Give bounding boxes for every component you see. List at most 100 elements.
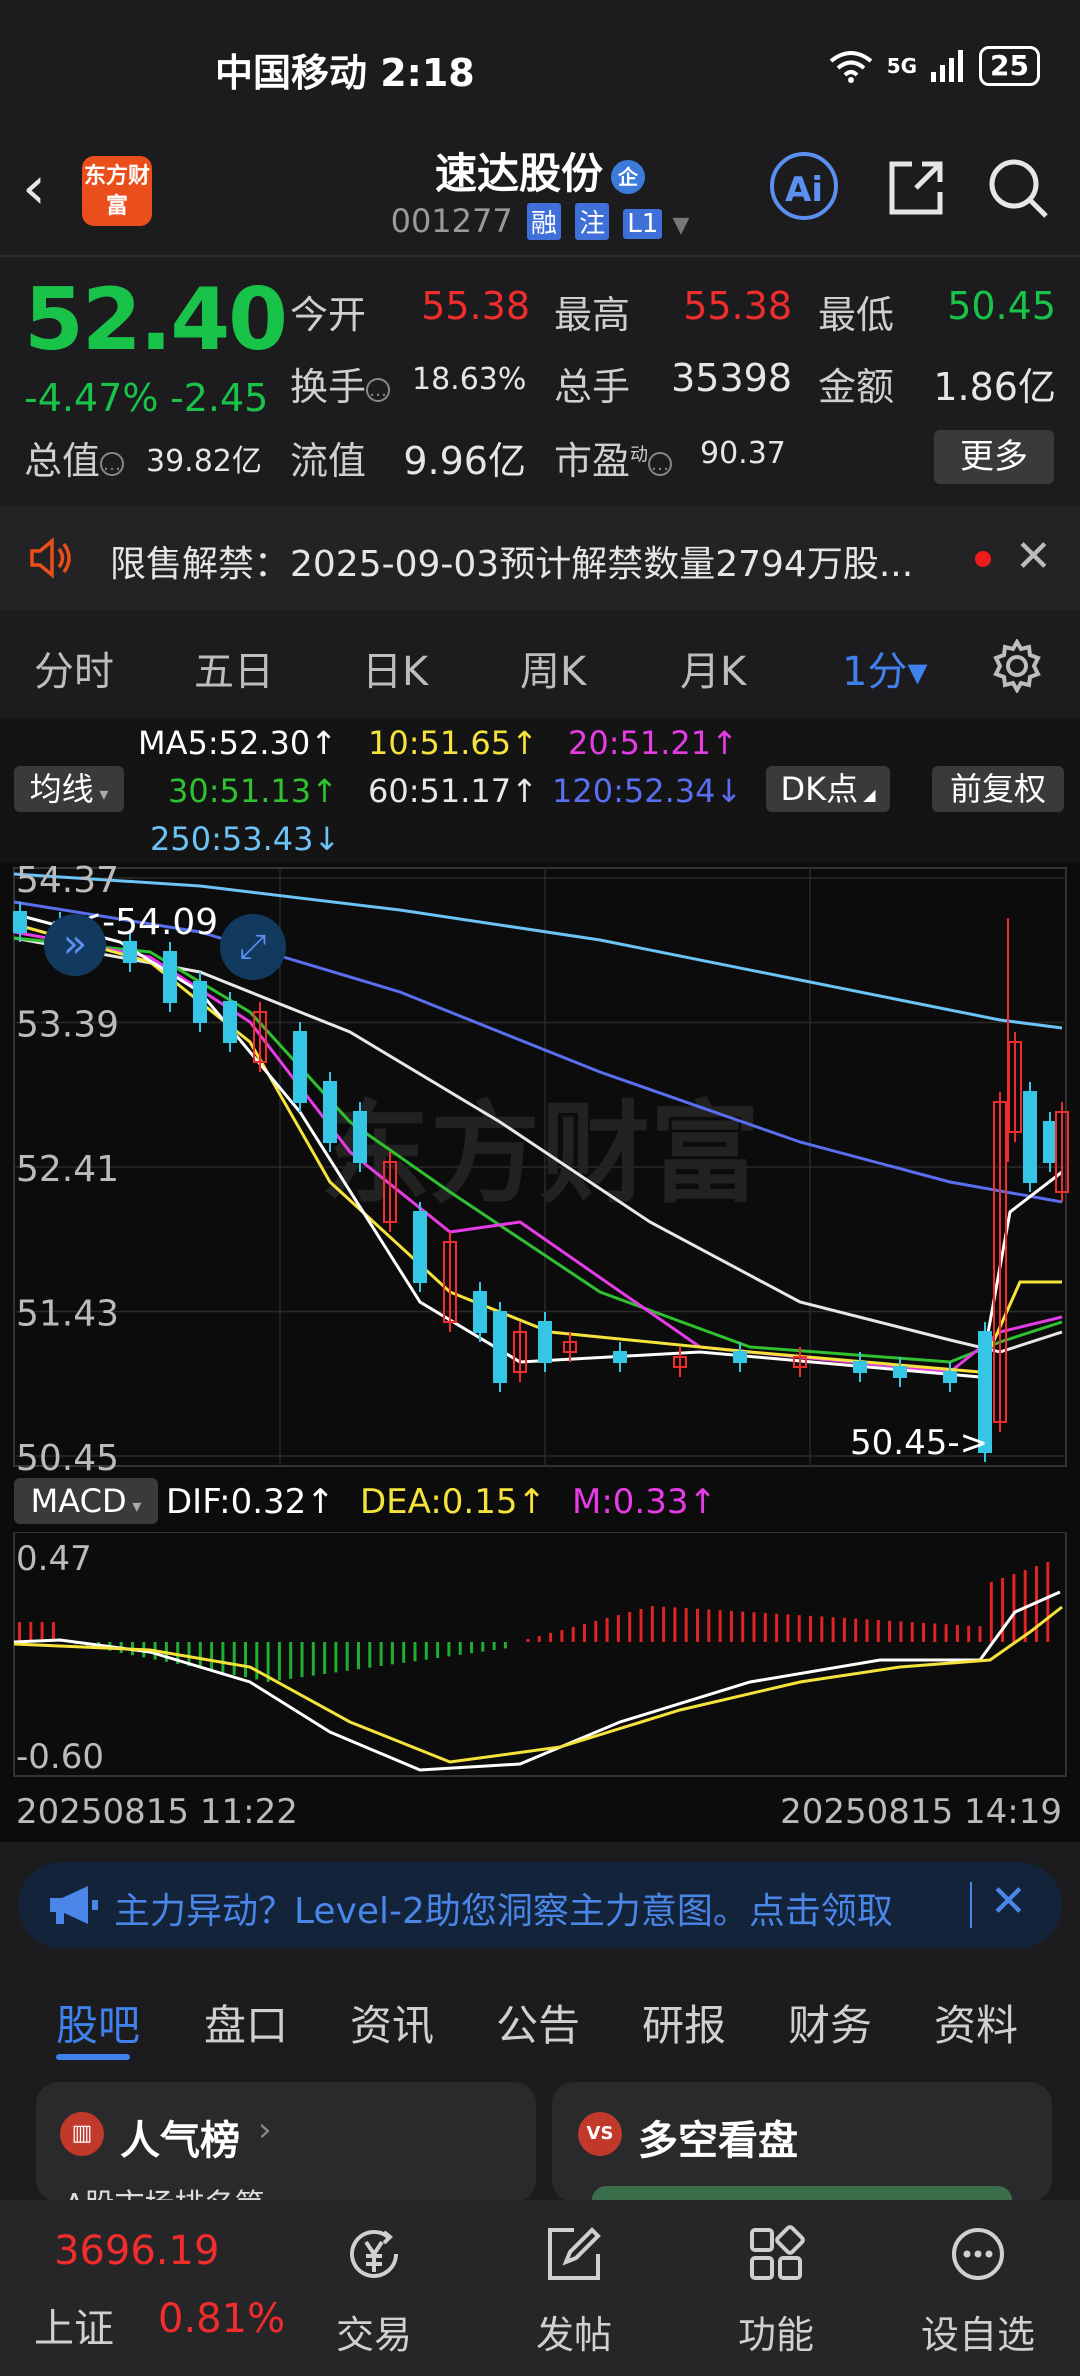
macd-bar [786,1614,790,1642]
tab-1min[interactable]: 1分▾ [842,639,928,697]
index-change: 0.81% [158,2296,286,2342]
low-value: 50.45 [947,284,1056,328]
dea-line [13,1605,1063,1764]
candle-body [323,1081,337,1143]
expand-left-icon[interactable]: » [44,914,106,976]
tab-profile[interactable]: 资料 [934,1992,1018,2053]
fullscreen-icon[interactable]: ⤢ [220,914,286,980]
y-tick-label: 53.39 [16,1005,119,1046]
macd-bar [311,1642,315,1676]
macd-bar [492,1642,496,1650]
amount-label: 金额 [818,365,895,409]
ma5-label: MA5:52.30↑ [138,724,338,762]
turnover-label: 换手… [290,356,391,411]
macd-bar [729,1610,733,1642]
macd-bar [357,1642,360,1670]
status-bar: 中国移动 2:18 5G 25 [0,0,1080,130]
megaphone-icon [50,1886,98,1924]
y-tick-label: 50.45 [16,1438,119,1474]
info-icon[interactable]: … [648,451,673,476]
macd-bar [616,1615,620,1642]
tab-guba[interactable]: 股吧 [56,1992,140,2053]
ma60-label: 60:51.17↑ [368,772,538,810]
tab-news[interactable]: 资讯 [350,1992,434,2053]
close-icon[interactable]: ✕ [1015,531,1052,582]
info-icon[interactable]: … [100,451,125,476]
ai-button[interactable]: Ai [770,152,838,220]
macd-bar [1012,1574,1016,1642]
macd-toggle[interactable]: MACD ▾ [14,1478,158,1524]
edit-icon [548,2227,601,2280]
candle-body [493,1311,507,1383]
open-value: 55.38 [421,284,530,328]
tab-finance[interactable]: 财务 [788,1992,872,2053]
tab-research[interactable]: 研报 [642,1992,726,2053]
index-name: 上证 [34,2306,114,2352]
y-tick-label: 54.37 [16,862,119,901]
level2-promo[interactable]: 主力异动？Level-2助您洞察主力意图。点击领取 ✕ [18,1862,1062,1948]
macd-bar [820,1616,824,1642]
search-icon[interactable] [986,156,1050,220]
macd-bar [436,1642,440,1658]
macd-min-label: -0.60 [16,1737,104,1777]
popularity-card[interactable]: ▥ 人气榜 › A股市场排名第 [36,2082,536,2202]
tab-monthly-k[interactable]: 月K [680,639,746,697]
stock-header: ‹ 东方财富 速达股份企 001277 融 注 L1 ▼ Ai [0,130,1080,255]
nav-watchlist[interactable]: 设自选 [888,2200,1068,2376]
nav-label: 交易 [335,2313,412,2357]
macd-bar [503,1642,507,1649]
candle-body [293,1031,307,1103]
candle-body [163,951,177,1003]
kline-chart[interactable]: 东方财富 54.37 53.39 52.41 51.43 50.45 <-54.09 5… [0,860,1080,1479]
macd-bar [402,1642,406,1663]
nav-post[interactable]: 发帖 [484,2200,664,2376]
tab-pankou[interactable]: 盘口 [204,1992,288,2053]
nav-label: 功能 [737,2313,814,2357]
macd-chart[interactable]: 0.47 -0.60 [0,1531,1080,1782]
tab-intraday[interactable]: 分时 [34,639,114,697]
macd-bar [876,1620,880,1642]
gear-icon[interactable] [990,639,1044,693]
dif-label: DIF:0.32↑ [166,1482,335,1522]
macd-bar [244,1642,247,1678]
ma-toggle[interactable]: 均线 ▾ [14,766,124,812]
nav-functions[interactable]: 功能 [686,2200,866,2376]
nav-trade[interactable]: 交易 [284,2200,464,2376]
watermark: 东方财富 [320,1090,760,1218]
tab-weekly-k[interactable]: 周K [520,639,586,697]
candle-body [733,1351,747,1363]
info-icon[interactable]: … [366,377,391,402]
candle-body [613,1351,627,1363]
long-short-card[interactable]: VS 多空看盘 [552,2082,1052,2202]
adjust-button[interactable]: 前复权 [932,766,1064,812]
more-button[interactable]: 更多 [934,430,1054,484]
chevron-right-icon: › [258,2110,272,2150]
dk-point-button[interactable]: DK点 ◢ [766,766,890,812]
system-icons: 5G 25 [829,46,1040,86]
macd-bar [854,1618,858,1642]
macd-bar [842,1617,846,1642]
close-icon[interactable]: ✕ [990,1876,1027,1927]
active-tab-indicator [56,2054,130,2060]
share-icon[interactable] [886,158,946,218]
macd-svg: 0.47 -0.60 [13,1531,1067,1777]
macd-bar [899,1621,903,1642]
chevron-down-icon: ▼ [672,213,690,238]
ma120-label: 120:52.34↓ [552,772,743,810]
candle-body [473,1291,487,1333]
tab-daily-k[interactable]: 日K [362,639,428,697]
macd-bar [198,1642,202,1669]
macd-bar [255,1642,259,1680]
macd-bar [1046,1562,1050,1642]
macd-bar [650,1606,654,1642]
index-ticker[interactable]: 3696.19 上证 0.81% [0,2200,285,2376]
macd-bar [481,1642,485,1652]
candle-body [538,1321,552,1363]
candle-body [943,1371,957,1383]
tab-announcements[interactable]: 公告 [496,1992,580,2053]
stock-name: 速达股份 [434,149,603,198]
unlock-notice[interactable]: 限售解禁：2025-09-03预计解禁数量2794万股... ✕ [0,505,1080,610]
ma-legend: 均线 ▾ MA5:52.30↑ 10:51.65↑ 20:51.21↑ 30:5… [0,718,1080,864]
tab-five-day[interactable]: 五日 [194,639,274,697]
card-title: 人气榜 [120,2118,240,2164]
